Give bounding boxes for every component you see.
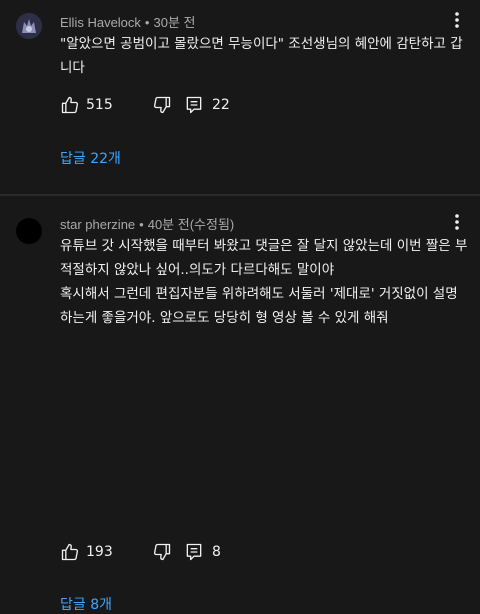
view-replies-button[interactable]: 답글 8개	[60, 594, 112, 614]
comment-actions: 515 22	[60, 93, 230, 117]
divider	[0, 194, 480, 196]
comment-item: star pherzine • 40분 전(수정됨) 유튜브 갓 시작했을 때부터 …	[0, 198, 480, 613]
reply-count: 22	[212, 97, 230, 113]
thumbs-down-icon[interactable]	[140, 95, 184, 115]
comment-text: 유튜브 갓 시작했을 때부터 봐왔고 댓글은 잘 달지 않았는데 이번 짤은 부…	[60, 234, 468, 330]
comment-icon[interactable]	[184, 542, 204, 562]
like-count: 193	[86, 544, 113, 560]
more-vertical-icon[interactable]	[450, 212, 464, 232]
like-count: 515	[86, 97, 113, 113]
comment-time: 30분 전	[153, 15, 196, 30]
separator-dot: •	[139, 217, 144, 232]
avatar[interactable]	[16, 13, 42, 39]
avatar[interactable]	[16, 218, 42, 244]
comment-header: Ellis Havelock • 30분 전	[60, 12, 195, 31]
comment-icon[interactable]	[184, 95, 204, 115]
comment-text: "알았으면 공범이고 몰랐으면 무능이다" 조선생님의 혜안에 감탄하고 갑니다	[60, 36, 463, 76]
view-replies-button[interactable]: 답글 22개	[60, 148, 121, 168]
comment-item: Ellis Havelock • 30분 전 "알았으면 공범이고 몰랐으면 무능이…	[0, 0, 480, 194]
more-vertical-icon[interactable]	[450, 10, 464, 30]
separator-dot: •	[144, 15, 150, 30]
comment-time: 40분 전(수정됨)	[147, 217, 235, 232]
comment-header: star pherzine • 40분 전(수정됨)	[60, 214, 234, 233]
comment-paragraph: 혹시해서 그런데 편집자분들 위하려해도 서둘러 '제대로' 거짓없이 설명하는…	[60, 286, 458, 326]
reply-count: 8	[212, 544, 221, 560]
thumbs-up-icon[interactable]	[60, 542, 80, 562]
author-name[interactable]: Ellis Havelock	[60, 15, 141, 30]
comment-paragraph: 유튜브 갓 시작했을 때부터 봐왔고 댓글은 잘 달지 않았는데 이번 짤은 부…	[60, 238, 468, 278]
thumbs-up-icon[interactable]	[60, 95, 80, 115]
comment-actions: 193 8	[60, 540, 221, 564]
author-name[interactable]: star pherzine	[60, 217, 135, 232]
thumbs-down-icon[interactable]	[140, 542, 184, 562]
